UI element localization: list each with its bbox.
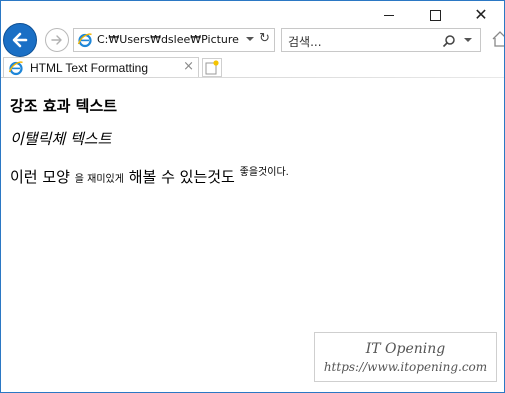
search-input[interactable]: 검색... (288, 33, 322, 50)
superscript-text: 좋을것이다. (239, 167, 289, 178)
address-bar[interactable]: C:₩Users₩dslee₩Pictures₩ ↻ (73, 28, 275, 52)
watermark: IT Opening https://www.itopening.com (314, 332, 497, 382)
forward-button[interactable] (45, 28, 69, 52)
forward-arrow-icon (51, 35, 62, 45)
italic-text: 이탤릭체 텍스트 (10, 130, 112, 148)
strong-text: 강조 효과 텍스트 (10, 97, 118, 115)
small-text: 을 재미있게 (74, 174, 124, 185)
search-icon[interactable] (442, 34, 456, 48)
back-arrow-icon (12, 32, 28, 48)
home-icon[interactable] (491, 30, 505, 48)
tab-close-icon[interactable]: × (183, 59, 194, 74)
tab-html-text-formatting[interactable]: HTML Text Formatting × (3, 57, 199, 78)
navigation-bar: C:₩Users₩dslee₩Pictures₩ ↻ 검색... (1, 23, 504, 57)
minimize-icon (384, 14, 394, 16)
ie-page-icon (77, 33, 92, 48)
new-tab-button[interactable] (202, 58, 222, 77)
line-start-text: 이런 모양 (10, 168, 70, 186)
line-mid-text: 해볼 수 있는것도 (128, 168, 235, 186)
close-icon: ✕ (474, 5, 488, 24)
address-url: C:₩Users₩dslee₩Pictures₩ (97, 33, 239, 46)
tab-strip: HTML Text Formatting × (1, 57, 504, 79)
new-tab-icon (205, 60, 219, 75)
tab-strip-divider (1, 77, 504, 78)
maximize-icon (429, 9, 441, 21)
ie-tab-icon (8, 61, 23, 76)
search-box[interactable]: 검색... (281, 28, 481, 52)
back-button[interactable] (3, 23, 37, 57)
mixed-format-line: 이런 모양 을 재미있게 해볼 수 있는것도 좋을것이다. (10, 163, 289, 187)
tab-title: HTML Text Formatting (30, 61, 149, 75)
refresh-icon[interactable]: ↻ (259, 31, 270, 46)
browser-window: ✕ C:₩Users₩dslee₩Pictures₩ ↻ 검색... (0, 0, 505, 393)
watermark-title: IT Opening (365, 341, 446, 357)
watermark-url: https://www.itopening.com (323, 360, 488, 374)
search-dropdown-icon[interactable] (464, 38, 472, 42)
address-dropdown-icon[interactable] (246, 37, 254, 41)
